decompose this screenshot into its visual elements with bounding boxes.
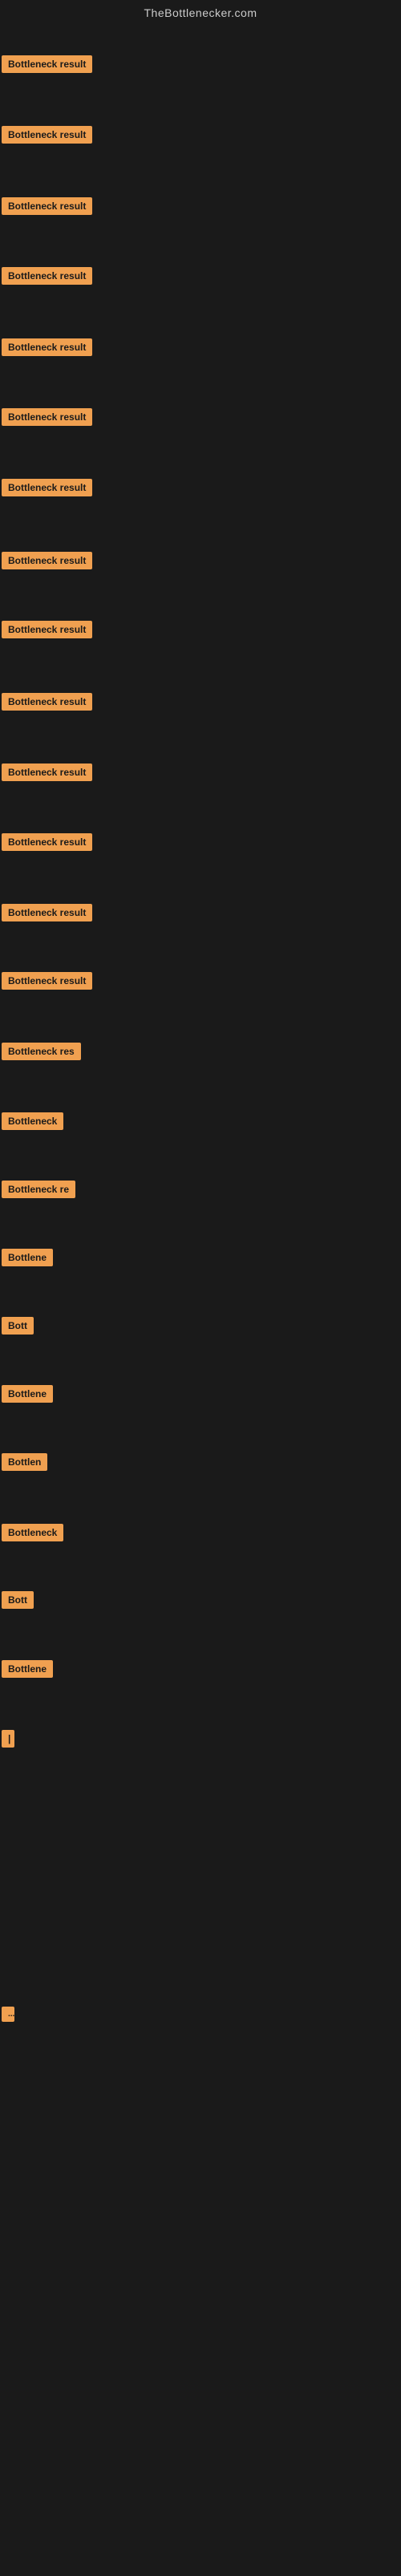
- result-row-10: Bottleneck result: [2, 693, 92, 715]
- bottleneck-result-label-16[interactable]: Bottleneck: [2, 1112, 63, 1130]
- result-row-7: Bottleneck result: [2, 479, 92, 500]
- site-title: TheBottlenecker.com: [0, 0, 401, 26]
- bottleneck-result-label-11[interactable]: Bottleneck result: [2, 763, 92, 781]
- bottleneck-result-label-10[interactable]: Bottleneck result: [2, 693, 92, 711]
- bottleneck-result-label-17[interactable]: Bottleneck re: [2, 1181, 75, 1198]
- result-row-14: Bottleneck result: [2, 972, 92, 994]
- result-row-18: Bottlene: [2, 1249, 53, 1270]
- bottleneck-result-label-9[interactable]: Bottleneck result: [2, 621, 92, 638]
- result-row-6: Bottleneck result: [2, 408, 92, 430]
- result-row-1: Bottleneck result: [2, 55, 92, 77]
- bottleneck-result-label-3[interactable]: Bottleneck result: [2, 197, 92, 215]
- result-row-9: Bottleneck result: [2, 621, 92, 642]
- bottleneck-result-label-7[interactable]: Bottleneck result: [2, 479, 92, 496]
- result-row-19: Bott: [2, 1317, 34, 1339]
- result-row-5: Bottleneck result: [2, 338, 92, 360]
- bottleneck-result-label-18[interactable]: Bottlene: [2, 1249, 53, 1266]
- bottleneck-result-label-5[interactable]: Bottleneck result: [2, 338, 92, 356]
- result-row-4: Bottleneck result: [2, 267, 92, 289]
- result-row-21: Bottlen: [2, 1453, 47, 1475]
- result-row-8: Bottleneck result: [2, 552, 92, 573]
- bottleneck-result-label-20[interactable]: Bottlene: [2, 1385, 53, 1403]
- bottleneck-result-label-15[interactable]: Bottleneck res: [2, 1043, 81, 1060]
- bottleneck-result-label-8[interactable]: Bottleneck result: [2, 552, 92, 569]
- bottleneck-result-label-4[interactable]: Bottleneck result: [2, 267, 92, 285]
- bottleneck-result-label-26[interactable]: ...: [2, 2007, 14, 2022]
- result-row-22: Bottleneck: [2, 1524, 63, 1545]
- result-row-24: Bottlene: [2, 1660, 53, 1682]
- bottleneck-result-label-14[interactable]: Bottleneck result: [2, 972, 92, 990]
- result-row-13: Bottleneck result: [2, 904, 92, 925]
- bottleneck-result-label-2[interactable]: Bottleneck result: [2, 126, 92, 144]
- result-row-12: Bottleneck result: [2, 833, 92, 855]
- result-row-26: ...: [2, 2007, 14, 2026]
- bottleneck-result-label-1[interactable]: Bottleneck result: [2, 55, 92, 73]
- result-row-11: Bottleneck result: [2, 763, 92, 785]
- bottleneck-result-label-6[interactable]: Bottleneck result: [2, 408, 92, 426]
- result-row-25: |: [2, 1730, 14, 1752]
- result-row-3: Bottleneck result: [2, 197, 92, 219]
- bottleneck-result-label-13[interactable]: Bottleneck result: [2, 904, 92, 921]
- bottleneck-result-label-22[interactable]: Bottleneck: [2, 1524, 63, 1541]
- result-row-15: Bottleneck res: [2, 1043, 81, 1064]
- bottleneck-result-label-19[interactable]: Bott: [2, 1317, 34, 1335]
- result-row-2: Bottleneck result: [2, 126, 92, 148]
- result-row-16: Bottleneck: [2, 1112, 63, 1134]
- result-row-17: Bottleneck re: [2, 1181, 75, 1202]
- bottleneck-result-label-21[interactable]: Bottlen: [2, 1453, 47, 1471]
- bottleneck-result-label-23[interactable]: Bott: [2, 1591, 34, 1609]
- result-row-23: Bott: [2, 1591, 34, 1613]
- bottleneck-result-label-12[interactable]: Bottleneck result: [2, 833, 92, 851]
- bottleneck-result-label-25[interactable]: |: [2, 1730, 14, 1748]
- bottleneck-result-label-24[interactable]: Bottlene: [2, 1660, 53, 1678]
- result-row-20: Bottlene: [2, 1385, 53, 1407]
